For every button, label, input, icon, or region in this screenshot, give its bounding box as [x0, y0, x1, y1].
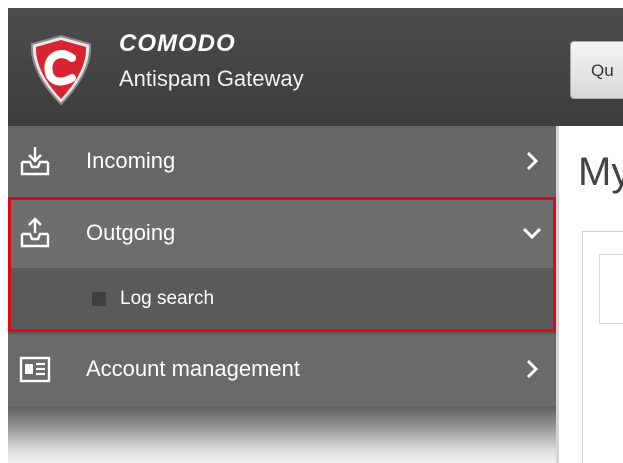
app-window: COMODO Antispam Gateway Qu Incoming Outg…	[0, 0, 623, 463]
main-content: My	[556, 126, 623, 463]
sidebar-item-incoming[interactable]: Incoming	[8, 126, 556, 196]
app-header: COMODO Antispam Gateway Qu	[8, 8, 623, 126]
inbox-download-icon	[20, 147, 50, 176]
sidebar-item-label: Incoming	[86, 148, 176, 173]
brand-name: COMODO	[119, 30, 236, 57]
outbox-upload-icon	[20, 217, 50, 248]
sidebar-item-label: Outgoing	[86, 220, 176, 245]
square-bullet-icon	[92, 292, 106, 306]
sidebar-item-account-management[interactable]: Account management	[8, 334, 556, 404]
brand-block: COMODO Antispam Gateway	[119, 30, 304, 94]
comodo-shield-logo	[30, 34, 92, 106]
sidebar-subitem-label: Log search	[120, 288, 215, 309]
sidebar-subitem-log-search[interactable]: Log search	[8, 268, 556, 334]
sidebar-item-outgoing[interactable]: Outgoing	[8, 198, 556, 268]
header-quick-button[interactable]: Qu	[570, 41, 623, 99]
chevron-right-icon	[526, 359, 539, 379]
id-card-icon	[19, 356, 51, 383]
divider	[556, 126, 559, 463]
product-name: Antispam Gateway	[119, 66, 304, 91]
sidebar: Incoming Outgoing Log search Account man…	[8, 126, 556, 406]
content-field[interactable]	[599, 254, 623, 324]
chevron-down-icon	[522, 227, 542, 240]
page-title: My	[578, 150, 623, 194]
chevron-right-icon	[526, 151, 539, 171]
sidebar-footer-fade	[8, 406, 556, 463]
sidebar-item-label: Account management	[86, 356, 301, 381]
